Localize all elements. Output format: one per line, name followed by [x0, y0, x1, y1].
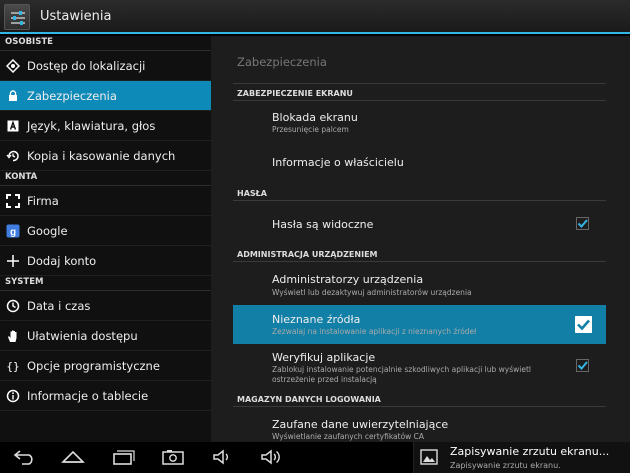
sidebar-item-label: Google [27, 223, 68, 238]
sidebar-item-label: Kopia i kasowanie danych [27, 148, 176, 163]
row-summary: Zablokuj instalowanie potencjalnie szkod… [272, 365, 531, 384]
sidebar-item-add-account[interactable]: Dodaj konto [0, 246, 211, 276]
screen-lock-row[interactable]: Blokada ekranu Przesunięcie palcem [233, 102, 606, 135]
sidebar-item-security[interactable]: Zabezpieczenia [0, 81, 211, 111]
location-icon [6, 58, 20, 73]
home-icon[interactable] [60, 448, 86, 466]
notification-text: Zapisywanie zrzutu ekranu. [450, 461, 561, 470]
add-icon [6, 254, 20, 268]
section-header-device-admin: ADMINISTRACJA URZĄDZENIEM [237, 250, 378, 259]
sidebar-item-backup[interactable]: Kopia i kasowanie danych [0, 141, 211, 171]
trusted-credentials-row[interactable]: Zaufane dane uwierzytelniające Wyświetla… [233, 410, 606, 442]
settings-app-icon[interactable] [4, 4, 30, 30]
section-header-credential-storage: MAGAZYN DANYCH LOGOWANIA [237, 395, 381, 404]
row-title: Weryfikuj aplikacje [272, 351, 376, 364]
show-passwords-checkbox[interactable] [576, 217, 589, 230]
back-icon[interactable] [12, 448, 38, 466]
volume-down-icon[interactable] [210, 448, 236, 466]
divider [233, 100, 606, 101]
section-header-passwords: HASŁA [237, 189, 267, 198]
sidebar-item-label: Firma [27, 193, 59, 208]
sidebar-item-corporate[interactable]: Firma [0, 186, 211, 216]
owner-info-row[interactable]: Informacje o właścicielu [233, 146, 606, 176]
sidebar-item-label: Opcje programistyczne [27, 358, 160, 373]
section-header-screen-security: ZABEZPIECZENIE EKRANU [237, 89, 353, 98]
sidebar-item-label: Język, klawiatura, głos [27, 118, 156, 133]
app-title: Ustawienia [40, 9, 112, 24]
keyboard-icon [6, 119, 20, 133]
volume-up-icon[interactable] [258, 448, 284, 466]
row-title: Zaufane dane uwierzytelniające [272, 418, 449, 431]
image-icon [420, 449, 438, 465]
verify-apps-row[interactable]: Weryfikuj aplikacje Zablokuj instalowani… [233, 347, 606, 391]
row-title: Administratorzy urządzenia [272, 273, 424, 286]
unknown-sources-row[interactable]: Nieznane źródła Zezwalaj na instalowanie… [233, 305, 606, 344]
divider [233, 200, 606, 201]
section-header-accounts: KONTA [0, 171, 211, 186]
device-admins-row[interactable]: Administratorzy urządzenia Wyświetl lub … [233, 265, 606, 299]
settings-categories-panel: OSOBISTE Dostęp do lokalizacji Zabezpiec… [0, 36, 211, 442]
sidebar-item-language[interactable]: Język, klawiatura, głos [0, 111, 211, 141]
row-title: Nieznane źródła [272, 313, 361, 326]
corporate-icon [6, 193, 20, 208]
notification-title: Zapisywanie zrzutu ekranu... [450, 445, 610, 458]
info-icon [6, 389, 20, 403]
recents-icon[interactable] [110, 448, 136, 466]
row-summary: Wyświetl lub dezaktywuj administratorów … [272, 288, 472, 297]
show-passwords-row[interactable]: Hasła są widoczne [233, 208, 606, 238]
svg-text:{}: {} [6, 360, 19, 373]
sidebar-item-accessibility[interactable]: Ułatwienia dostępu [0, 321, 211, 351]
divider [233, 406, 606, 407]
section-header-system: SYSTEM [0, 276, 211, 291]
action-bar: Ustawienia [0, 0, 630, 34]
row-title: Blokada ekranu [272, 111, 358, 124]
page-title: Zabezpieczenia [237, 55, 327, 69]
sidebar-item-developer[interactable]: {} Opcje programistyczne [0, 351, 211, 381]
row-summary: Wyświetlanie zaufanych certyfikatów CA [272, 432, 425, 441]
sidebar-item-date-time[interactable]: Data i czas [0, 291, 211, 321]
sidebar-item-label: Informacje o tablecie [27, 388, 149, 403]
backup-icon [6, 149, 20, 163]
lock-icon [6, 89, 20, 103]
hand-icon [6, 329, 20, 343]
svg-text:g: g [10, 227, 16, 238]
sidebar-item-about[interactable]: Informacje o tablecie [0, 381, 211, 411]
system-nav-bar: Zapisywanie zrzutu ekranu... Zapisywanie… [0, 442, 630, 473]
google-icon: g [6, 224, 20, 238]
screenshot-notification[interactable]: Zapisywanie zrzutu ekranu... Zapisywanie… [413, 442, 630, 473]
row-title: Informacje o właścicielu [272, 156, 404, 169]
sidebar-item-label: Ułatwienia dostępu [27, 328, 138, 343]
sidebar-item-label: Dodaj konto [27, 253, 97, 268]
row-title: Hasła są widoczne [272, 218, 374, 231]
unknown-sources-checkbox[interactable] [575, 316, 592, 333]
section-header-personal: OSOBISTE [0, 36, 211, 51]
divider [233, 261, 606, 262]
security-detail-panel: Zabezpieczenia ZABEZPIECZENIE EKRANU Blo… [211, 36, 630, 442]
sidebar-item-label: Data i czas [27, 298, 91, 313]
screenshot-icon[interactable] [160, 448, 186, 466]
sidebar-item-location[interactable]: Dostęp do lokalizacji [0, 51, 211, 81]
clock-icon [6, 299, 20, 313]
sidebar-item-google[interactable]: g Google [0, 216, 211, 246]
sidebar-item-label: Dostęp do lokalizacji [27, 58, 146, 73]
divider [233, 83, 606, 84]
row-summary: Zezwalaj na instalowanie aplikacji z nie… [272, 327, 477, 336]
verify-apps-checkbox[interactable] [576, 359, 589, 372]
braces-icon: {} [6, 359, 20, 373]
row-summary: Przesunięcie palcem [272, 125, 349, 134]
sidebar-item-label: Zabezpieczenia [27, 88, 117, 103]
